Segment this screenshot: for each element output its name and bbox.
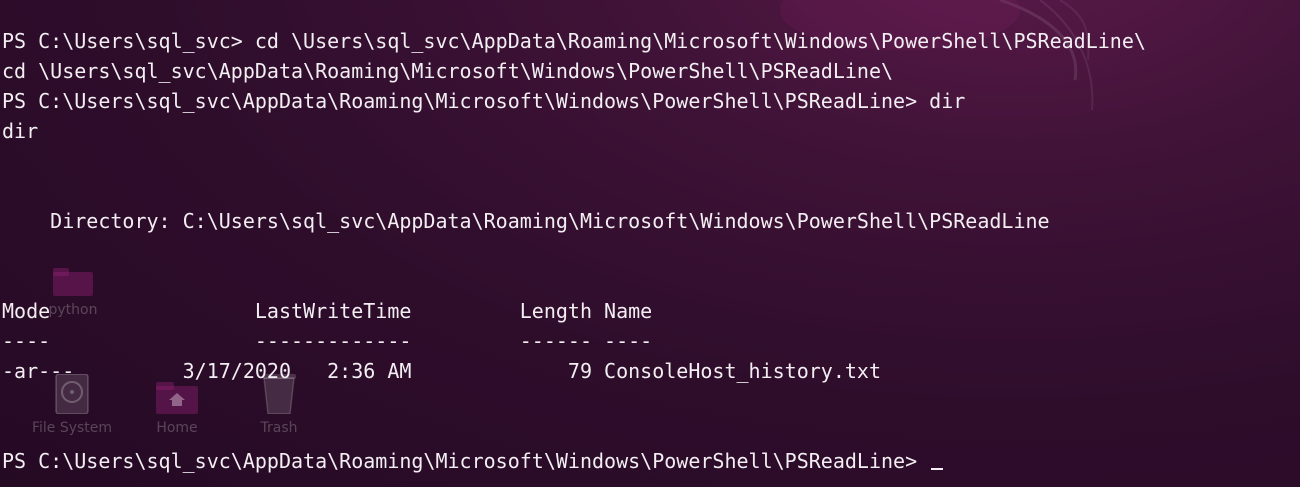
- terminal-line-prompt-dir: PS C:\Users\sql_svc\AppData\Roaming\Micr…: [2, 89, 966, 113]
- terminal-line-directory-header: Directory: C:\Users\sql_svc\AppData\Roam…: [2, 209, 1050, 233]
- terminal-window[interactable]: PS C:\Users\sql_svc> cd \Users\sql_svc\A…: [0, 0, 1300, 487]
- terminal-line-echo-dir: dir: [2, 119, 39, 143]
- terminal-line-file-entry: -ar--- 3/17/2020 2:36 AM 79 ConsoleHost_…: [2, 359, 881, 383]
- terminal-line-column-headers: Mode LastWriteTime Length Name: [2, 299, 653, 323]
- terminal-line-prompt-cd: PS C:\Users\sql_svc> cd \Users\sql_svc\A…: [2, 29, 1146, 53]
- terminal-line-echo-cd: cd \Users\sql_svc\AppData\Roaming\Micros…: [2, 59, 894, 83]
- text-cursor: [931, 468, 944, 470]
- terminal-line-current-prompt[interactable]: PS C:\Users\sql_svc\AppData\Roaming\Micr…: [2, 446, 944, 476]
- terminal-line-column-separators: ---- ------------- ------ ----: [2, 329, 653, 353]
- prompt-text: PS C:\Users\sql_svc\AppData\Roaming\Micr…: [2, 449, 930, 473]
